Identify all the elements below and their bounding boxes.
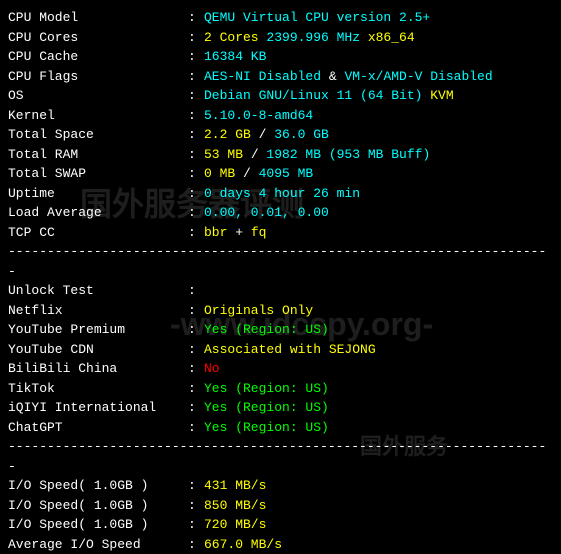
cpu-cores-row: CPU Cores: 2 Cores 2399.996 MHz x86_64 xyxy=(8,28,553,48)
kernel-row: Kernel: 5.10.0-8-amd64 xyxy=(8,106,553,126)
value: Yes (Region: US) xyxy=(204,418,329,438)
label: OS xyxy=(8,86,188,106)
value: 850 MB/s xyxy=(204,496,266,516)
label: Netflix xyxy=(8,301,188,321)
cpu-cache-row: CPU Cache: 16384 KB xyxy=(8,47,553,67)
label: YouTube Premium xyxy=(8,320,188,340)
value: Originals Only xyxy=(204,301,313,321)
label: Kernel xyxy=(8,106,188,126)
value: Associated with SEJONG xyxy=(204,340,376,360)
aes: AES-NI Disabled xyxy=(204,67,321,87)
value: 16384 KB xyxy=(204,47,266,67)
total-space-row: Total Space: 2.2 GB / 36.0 GB xyxy=(8,125,553,145)
label: I/O Speed( 1.0GB ) xyxy=(8,515,188,535)
io-speed-row-3: I/O Speed( 1.0GB ): 720 MB/s xyxy=(8,515,553,535)
total-swap-row: Total SWAP: 0 MB / 4095 MB xyxy=(8,164,553,184)
total-ram-row: Total RAM: 53 MB / 1982 MB (953 MB Buff) xyxy=(8,145,553,165)
cc: bbr xyxy=(204,223,227,243)
youtube-premium-row: YouTube Premium: Yes (Region: US) xyxy=(8,320,553,340)
used: 53 MB xyxy=(204,145,243,165)
label: Load Average xyxy=(8,203,188,223)
label: iQIYI International xyxy=(8,398,188,418)
io-speed-avg-row: Average I/O Speed: 667.0 MB/s xyxy=(8,535,553,554)
label: TCP CC xyxy=(8,223,188,243)
cpu-flags-row: CPU Flags: AES-NI Disabled & VM-x/AMD-V … xyxy=(8,67,553,87)
label: Unlock Test xyxy=(8,281,188,301)
label: Total RAM xyxy=(8,145,188,165)
value: 667.0 MB/s xyxy=(204,535,282,554)
value: 720 MB/s xyxy=(204,515,266,535)
qdisc: fq xyxy=(251,223,267,243)
io-speed-row-1: I/O Speed( 1.0GB ): 431 MB/s xyxy=(8,476,553,496)
used: 0 MB xyxy=(204,164,235,184)
value: Yes (Region: US) xyxy=(204,379,329,399)
value: Yes (Region: US) xyxy=(204,398,329,418)
value: 0.00, 0.01, 0.00 xyxy=(204,203,329,223)
vmx: VM-x/AMD-V Disabled xyxy=(344,67,492,87)
value: No xyxy=(204,359,220,379)
iqiyi-row: iQIYI International: Yes (Region: US) xyxy=(8,398,553,418)
chatgpt-row: ChatGPT: Yes (Region: US) xyxy=(8,418,553,438)
bilibili-row: BiliBili China: No xyxy=(8,359,553,379)
label: I/O Speed( 1.0GB ) xyxy=(8,496,188,516)
label: Uptime xyxy=(8,184,188,204)
arch: x86_64 xyxy=(368,28,415,48)
total: 36.0 GB xyxy=(274,125,329,145)
value: 5.10.0-8-amd64 xyxy=(204,106,313,126)
terminal-output: CPU Model: QEMU Virtual CPU version 2.5+… xyxy=(8,8,553,554)
value: 431 MB/s xyxy=(204,476,266,496)
label: CPU Model xyxy=(8,8,188,28)
label: I/O Speed( 1.0GB ) xyxy=(8,476,188,496)
unlock-header-row: Unlock Test: xyxy=(8,281,553,301)
load-avg-row: Load Average: 0.00, 0.01, 0.00 xyxy=(8,203,553,223)
label: CPU Cache xyxy=(8,47,188,67)
label: YouTube CDN xyxy=(8,340,188,360)
uptime-row: Uptime: 0 days 4 hour 26 min xyxy=(8,184,553,204)
total: 1982 MB xyxy=(266,145,321,165)
label: Total SWAP xyxy=(8,164,188,184)
used: 2.2 GB xyxy=(204,125,251,145)
label: Total Space xyxy=(8,125,188,145)
youtube-cdn-row: YouTube CDN: Associated with SEJONG xyxy=(8,340,553,360)
buff: (953 MB Buff) xyxy=(321,145,430,165)
netflix-row: Netflix: Originals Only xyxy=(8,301,553,321)
label: Average I/O Speed xyxy=(8,535,188,554)
label: CPU Cores xyxy=(8,28,188,48)
label: TikTok xyxy=(8,379,188,399)
divider: ----------------------------------------… xyxy=(8,437,553,476)
io-speed-row-2: I/O Speed( 1.0GB ): 850 MB/s xyxy=(8,496,553,516)
label: ChatGPT xyxy=(8,418,188,438)
mhz: 2399.996 MHz xyxy=(259,28,368,48)
cpu-model-row: CPU Model: QEMU Virtual CPU version 2.5+ xyxy=(8,8,553,28)
virt: KVM xyxy=(422,86,453,106)
value: 0 days 4 hour 26 min xyxy=(204,184,360,204)
value: Yes (Region: US) xyxy=(204,320,329,340)
os: Debian GNU/Linux 11 (64 Bit) xyxy=(204,86,422,106)
total: 4095 MB xyxy=(259,164,314,184)
os-row: OS: Debian GNU/Linux 11 (64 Bit) KVM xyxy=(8,86,553,106)
label: CPU Flags xyxy=(8,67,188,87)
cores: 2 Cores xyxy=(204,28,259,48)
label: BiliBili China xyxy=(8,359,188,379)
tcp-cc-row: TCP CC: bbr + fq xyxy=(8,223,553,243)
tiktok-row: TikTok: Yes (Region: US) xyxy=(8,379,553,399)
divider: ----------------------------------------… xyxy=(8,242,553,281)
value: QEMU Virtual CPU version 2.5+ xyxy=(204,8,430,28)
